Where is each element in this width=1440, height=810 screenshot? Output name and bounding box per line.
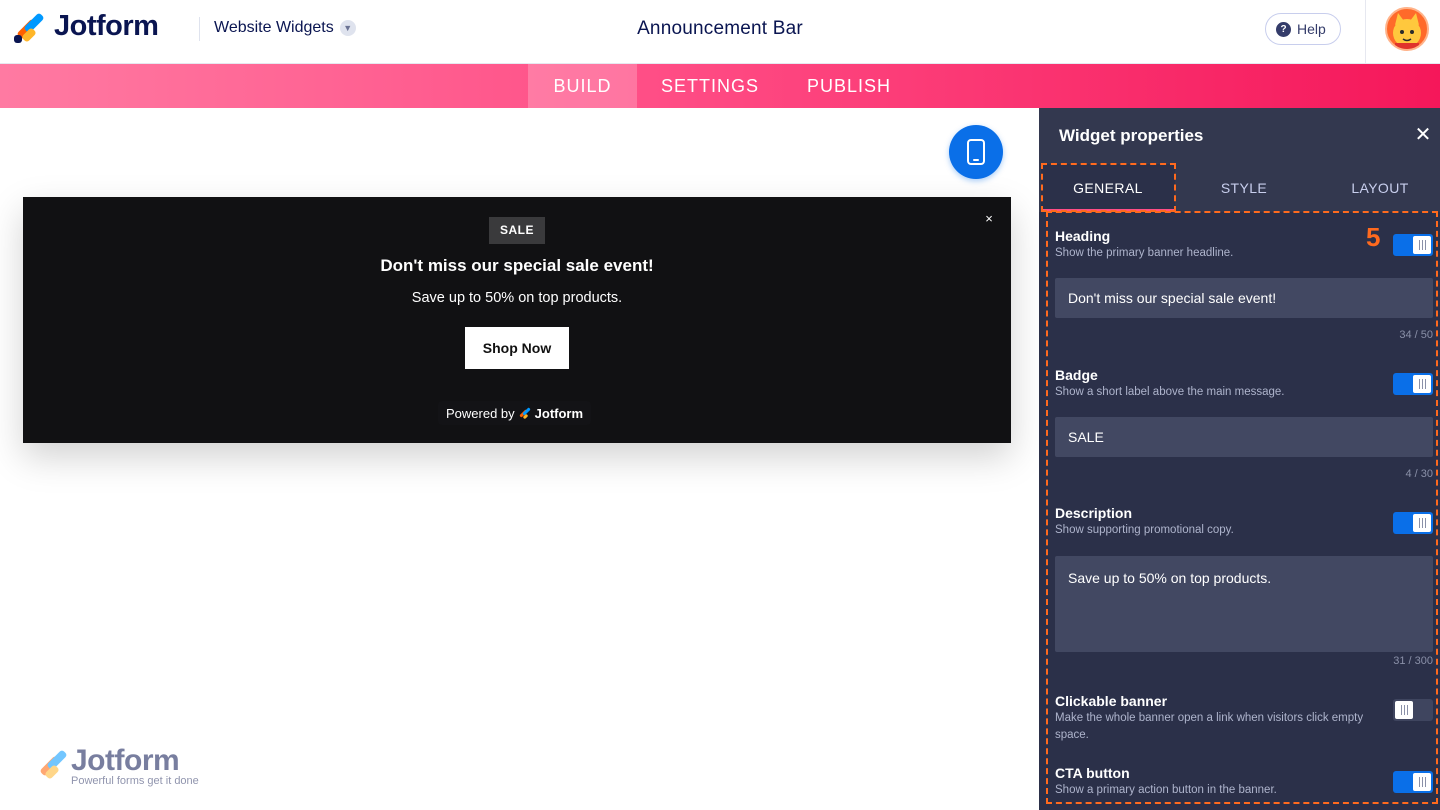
avatar-cat-icon [1393, 13, 1421, 49]
mobile-phone-icon [967, 139, 985, 165]
cta-button-help: Show a primary action button in the bann… [1055, 784, 1277, 796]
top-header: Jotform Website Widgets ▼ Announcement B… [0, 0, 1440, 64]
badge-counter: 4 / 30 [1405, 468, 1433, 480]
toggle-knob [1413, 236, 1431, 254]
description-toggle[interactable] [1393, 512, 1433, 534]
tab-style[interactable]: STYLE [1176, 164, 1312, 212]
help-button[interactable]: ? Help [1265, 13, 1341, 45]
panel-tabs: GENERAL STYLE LAYOUT [1039, 164, 1440, 212]
panel-header: Widget properties ✕ [1039, 108, 1440, 164]
cta-button-toggle[interactable] [1393, 771, 1433, 793]
tab-layout[interactable]: LAYOUT [1312, 164, 1440, 212]
description-counter: 31 / 300 [1393, 655, 1433, 667]
cta-button-label: CTA button [1055, 765, 1130, 781]
powered-by-link[interactable]: Powered by Jotform [438, 401, 592, 425]
avatar[interactable] [1385, 7, 1429, 51]
heading-input[interactable]: Don't miss our special sale event! [1055, 278, 1433, 318]
heading-help: Show the primary banner headline. [1055, 247, 1234, 259]
product-switcher[interactable]: Website Widgets ▼ [214, 19, 356, 37]
clickable-banner-help: Make the whole banner open a link when v… [1055, 712, 1364, 741]
builder-nav: BUILD SETTINGS PUBLISH [0, 64, 1440, 108]
product-switcher-label: Website Widgets [214, 19, 334, 36]
tab-general[interactable]: GENERAL [1041, 164, 1175, 212]
powered-by-brand: Jotform [534, 405, 584, 421]
toggle-knob [1413, 773, 1431, 791]
clickable-banner-label: Clickable banner [1055, 693, 1168, 709]
watermark-logo-icon [37, 748, 68, 780]
powered-by-label: Powered by [446, 405, 515, 421]
jotform-logo[interactable]: Jotform [14, 10, 159, 43]
clickable-banner-toggle[interactable] [1393, 699, 1433, 721]
heading-label: Heading [1055, 228, 1111, 244]
toggle-knob [1395, 701, 1413, 719]
device-preview-toggle[interactable] [949, 125, 1003, 179]
shop-now-button[interactable]: Shop Now [465, 327, 569, 369]
heading-toggle[interactable] [1393, 234, 1433, 256]
description-help: Show supporting promotional copy. [1055, 524, 1234, 536]
description-label: Description [1055, 505, 1133, 521]
tab-build[interactable]: BUILD [528, 64, 637, 108]
toggle-knob [1413, 514, 1431, 532]
tab-publish[interactable]: PUBLISH [800, 64, 898, 108]
watermark-brand: Jotform [71, 744, 180, 777]
chevron-down-icon: ▼ [339, 20, 356, 36]
step-marker: 5 [1366, 222, 1381, 252]
badge-toggle[interactable] [1393, 373, 1433, 395]
heading-counter: 34 / 50 [1399, 329, 1433, 341]
help-label: Help [1297, 21, 1326, 37]
panel-title: Widget properties [1059, 126, 1204, 145]
question-circle-icon: ? [1276, 21, 1291, 37]
toggle-knob [1413, 375, 1431, 393]
close-icon[interactable]: ✕ [1412, 124, 1434, 146]
brand-name: Jotform [54, 10, 159, 42]
tab-settings[interactable]: SETTINGS [652, 64, 768, 108]
badge-label: Badge [1055, 367, 1098, 383]
description-textarea[interactable]: Save up to 50% on top products. [1055, 556, 1433, 652]
badge-help: Show a short label above the main messag… [1055, 386, 1285, 398]
banner-badge: SALE [489, 217, 545, 244]
jotform-mini-icon [518, 407, 531, 420]
badge-input[interactable]: SALE [1055, 417, 1433, 457]
banner-description: Save up to 50% on top products. [411, 290, 623, 306]
header-divider-right [1365, 0, 1366, 64]
banner-heading: Don't miss our special sale event! [380, 256, 654, 275]
header-divider [199, 17, 200, 41]
watermark-tagline: Powerful forms get it done [71, 775, 199, 787]
jotform-logo-icon [14, 11, 45, 43]
banner-close-button[interactable]: × [979, 209, 999, 229]
